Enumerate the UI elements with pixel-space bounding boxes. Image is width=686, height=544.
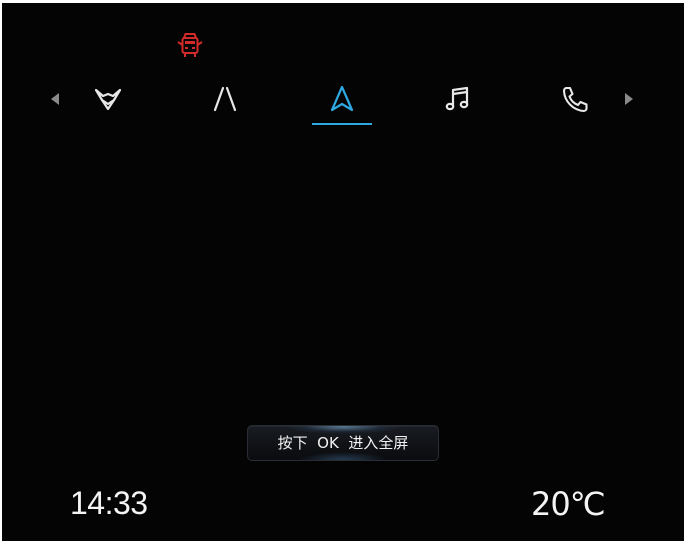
- function-tab-bar: [2, 81, 684, 131]
- outside-temperature: 20℃: [531, 485, 606, 523]
- tab-navigation[interactable]: [312, 81, 372, 125]
- cluster-screen: 按下 OK 进入全屏 14:33 20℃: [2, 3, 684, 541]
- triangle-right-icon[interactable]: [622, 91, 636, 107]
- fullscreen-hint[interactable]: 按下 OK 进入全屏: [247, 425, 439, 461]
- fullscreen-hint-text: 按下 OK 进入全屏: [277, 434, 409, 452]
- clock: 14:33: [70, 485, 148, 521]
- active-tab-indicator: [312, 123, 372, 125]
- tab-drive-mode[interactable]: [78, 81, 138, 125]
- navigation-arrow-icon: [330, 85, 354, 112]
- tab-music[interactable]: [428, 81, 488, 125]
- triangle-left-icon[interactable]: [48, 91, 62, 107]
- tab-lane-assist[interactable]: [195, 81, 255, 125]
- phone-handset-icon: [562, 86, 588, 113]
- fox-logo-icon: [94, 88, 122, 111]
- tab-phone[interactable]: [545, 81, 605, 125]
- car-door-open-icon: [177, 30, 203, 60]
- music-note-icon: [445, 86, 469, 111]
- lane-lines-icon: [213, 86, 237, 112]
